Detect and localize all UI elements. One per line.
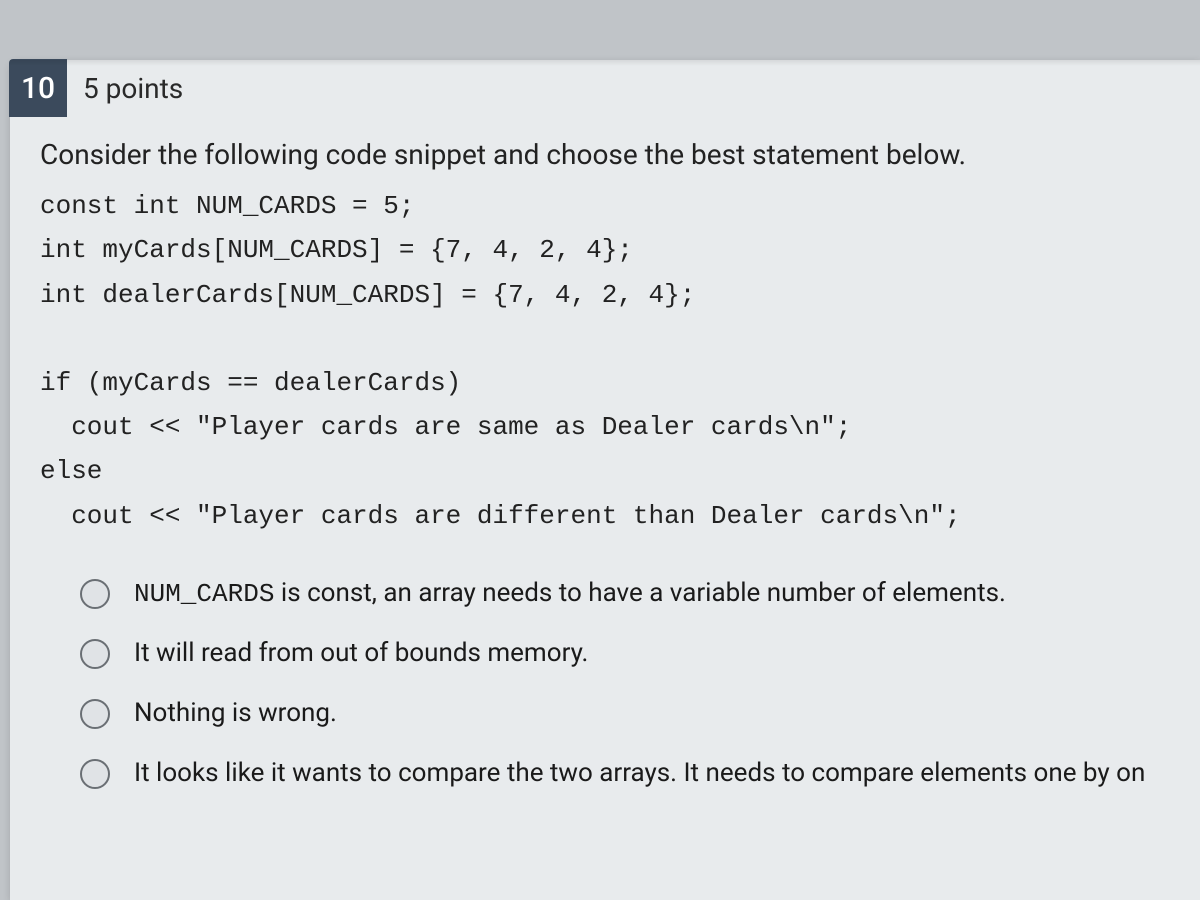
question-body: Consider the following code snippet and … [10,135,1200,792]
option-label: Nothing is wrong. [134,698,337,728]
question-number-badge: 10 [9,59,67,117]
option-row-2[interactable]: It will read from out of bounds memory. [80,636,1170,672]
option-text: It will read from out of bounds memory. [134,636,588,672]
question-header: 10 5 points [10,60,1200,117]
option-label: It will read from out of bounds memory. [134,638,588,668]
points-label: 5 points [83,72,183,105]
question-card: 10 5 points Consider the following code … [10,60,1200,900]
option-code-prefix: NUM_CARDS [134,579,274,609]
code-snippet: const int NUM_CARDS = 5; int myCards[NUM… [40,184,1170,538]
option-label: is const, an array needs to have a varia… [274,578,1005,608]
radio-button[interactable] [80,579,110,609]
option-row-3[interactable]: Nothing is wrong. [80,696,1170,732]
option-label: It looks like it wants to compare the tw… [134,758,1145,788]
option-row-1[interactable]: NUM_CARDS is const, an array needs to ha… [80,576,1170,612]
answer-options: NUM_CARDS is const, an array needs to ha… [40,566,1170,792]
option-text: It looks like it wants to compare the tw… [134,756,1145,792]
shadow-decoration [10,60,1200,66]
option-text: NUM_CARDS is const, an array needs to ha… [134,576,1006,612]
radio-button[interactable] [80,699,110,729]
option-text: Nothing is wrong. [134,696,337,732]
radio-button[interactable] [80,639,110,669]
question-prompt: Consider the following code snippet and … [40,135,1170,174]
radio-button[interactable] [80,759,110,789]
option-row-4[interactable]: It looks like it wants to compare the tw… [80,756,1170,792]
